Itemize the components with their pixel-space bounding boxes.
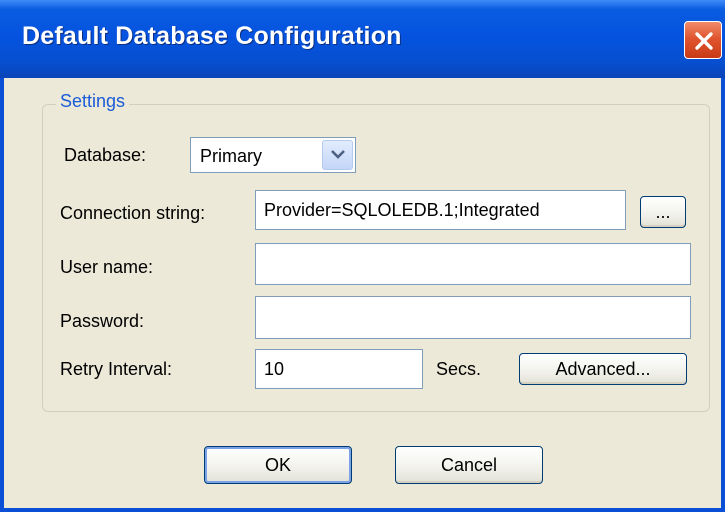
- browse-connection-button[interactable]: ...: [640, 196, 686, 228]
- database-dropdown[interactable]: Primary: [190, 137, 356, 173]
- database-selected-value: Primary: [200, 146, 262, 166]
- password-label: Password:: [60, 311, 145, 331]
- advanced-button[interactable]: Advanced...: [519, 353, 687, 385]
- user-name-input[interactable]: [255, 243, 691, 285]
- close-icon: [695, 32, 713, 50]
- password-input[interactable]: [255, 296, 691, 339]
- window-title: Default Database Configuration: [22, 22, 402, 50]
- settings-group-legend: Settings: [56, 91, 130, 112]
- retry-interval-input[interactable]: [255, 349, 423, 389]
- dropdown-arrow-button[interactable]: [322, 140, 353, 170]
- user-name-label: User name:: [60, 257, 154, 277]
- retry-unit-label: Secs.: [436, 359, 482, 379]
- retry-interval-label: Retry Interval:: [60, 359, 173, 379]
- chevron-down-icon: [331, 150, 345, 159]
- connection-string-input[interactable]: [255, 190, 626, 230]
- ok-button[interactable]: OK: [204, 446, 352, 484]
- title-bar[interactable]: Default Database Configuration: [0, 0, 725, 78]
- cancel-button[interactable]: Cancel: [395, 446, 543, 484]
- database-label: Database:: [64, 145, 147, 165]
- connection-string-label: Connection string:: [60, 203, 206, 223]
- close-button[interactable]: [684, 21, 722, 59]
